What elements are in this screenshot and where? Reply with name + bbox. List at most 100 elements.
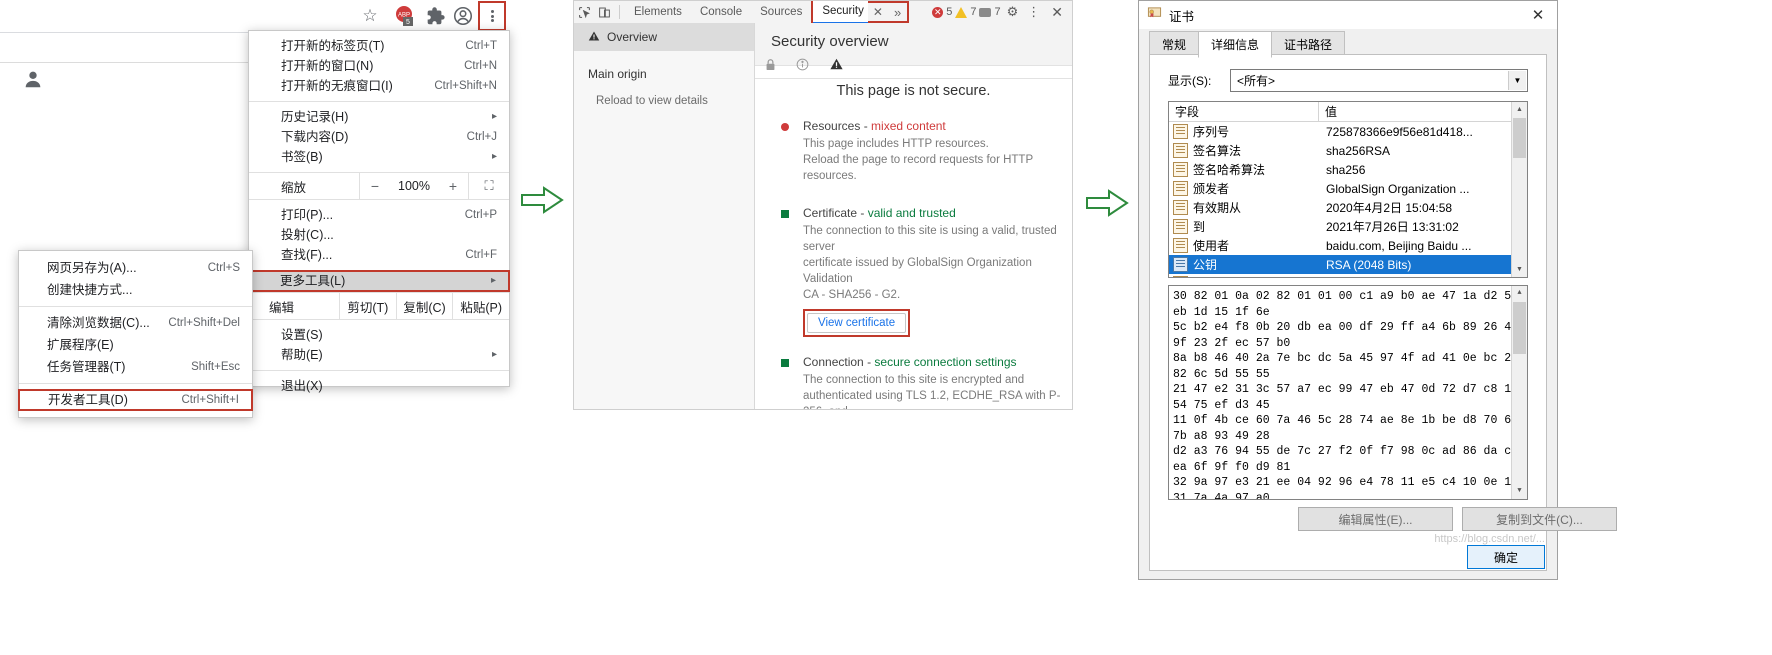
menu-item-new-tab[interactable]: 打开新的标签页(T) Ctrl+T xyxy=(249,36,509,56)
extensions-puzzle-icon[interactable] xyxy=(424,5,446,27)
menu-dot xyxy=(490,14,494,18)
hex-line: 8a b8 46 40 2a 7e bc dc 5a 45 97 4f ad 4… xyxy=(1173,352,1519,381)
zoom-out-button[interactable]: − xyxy=(360,178,390,194)
table-row[interactable]: 序列号 725878366e9f56e81d418... xyxy=(1169,122,1527,141)
submenu-item-task-manager[interactable]: 任务管理器(T) Shift+Esc xyxy=(19,356,252,378)
scroll-down-icon[interactable]: ▼ xyxy=(1512,484,1527,499)
menu-item-history[interactable]: 历史记录(H) ▸ xyxy=(249,107,509,127)
close-tab-icon[interactable]: ✕ xyxy=(868,5,888,19)
submenu-item-extensions[interactable]: 扩展程序(E) xyxy=(19,334,252,356)
scroll-up-icon[interactable]: ▲ xyxy=(1512,102,1527,117)
chrome-menu-button[interactable] xyxy=(478,1,506,31)
more-tools-submenu: 网页另存为(A)... Ctrl+S 创建快捷方式... 清除浏览数据(C)..… xyxy=(18,250,253,418)
section-title: Connection xyxy=(803,355,864,369)
settings-gear-icon[interactable]: ⚙ xyxy=(1004,4,1022,20)
error-icon: ✕ xyxy=(932,6,944,18)
tab-security[interactable]: Security xyxy=(813,0,868,24)
menu-item-label: 设置(S) xyxy=(281,328,323,342)
menu-item-settings[interactable]: 设置(S) xyxy=(249,325,509,345)
zoom-in-button[interactable]: + xyxy=(438,178,468,194)
table-row[interactable]: 公钥参数 05 00 xyxy=(1169,274,1527,277)
row-field-label: 签名哈希算法 xyxy=(1193,163,1266,177)
edit-properties-button[interactable]: 编辑属性(E)... xyxy=(1298,507,1453,531)
devtools-more-options-icon[interactable]: ⋮ xyxy=(1024,4,1043,20)
menu-item-new-incognito-window[interactable]: 打开新的无痕窗口(I) Ctrl+Shift+N xyxy=(249,76,509,96)
submenu-separator xyxy=(19,306,252,307)
menu-item-find[interactable]: 查找(F)... Ctrl+F xyxy=(249,245,509,265)
submenu-item-save-page-as[interactable]: 网页另存为(A)... Ctrl+S xyxy=(19,257,252,279)
security-sections: Resources - mixed content This page incl… xyxy=(755,119,1072,409)
table-row-selected[interactable]: 公钥 RSA (2048 Bits) xyxy=(1169,255,1527,274)
edit-cut-button[interactable]: 剪切(T) xyxy=(340,297,396,316)
scroll-up-icon[interactable]: ▲ xyxy=(1512,286,1527,301)
table-row[interactable]: 有效期从 2020年4月2日 15:04:58 xyxy=(1169,198,1527,217)
zoom-value: 100% xyxy=(398,179,430,193)
menu-item-label: 查找(F)... xyxy=(281,248,333,262)
more-tabs-icon[interactable]: » xyxy=(888,5,907,20)
edit-paste-button[interactable]: 粘贴(P) xyxy=(453,297,509,316)
view-certificate-button[interactable]: View certificate xyxy=(807,313,907,333)
menu-item-help[interactable]: 帮助(E) ▸ xyxy=(249,345,509,365)
tab-console[interactable]: Console xyxy=(691,2,751,23)
show-select[interactable]: <所有> ▼ xyxy=(1230,69,1528,92)
fullscreen-button[interactable]: ⛶ xyxy=(469,178,509,194)
section-status: secure connection settings xyxy=(874,355,1017,369)
table-row[interactable]: 签名哈希算法 sha256 xyxy=(1169,160,1527,179)
scroll-down-icon[interactable]: ▼ xyxy=(1512,262,1527,277)
scrollbar-thumb[interactable] xyxy=(1513,302,1526,354)
devtools-status-counters: ✕ 5 7 7 ⚙ ⋮ ✕ xyxy=(932,4,1072,21)
section-line: certificate issued by GlobalSign Organiz… xyxy=(803,257,1032,285)
table-row[interactable]: 使用者 baidu.com, Beijing Baidu ... xyxy=(1169,236,1527,255)
menu-item-cast[interactable]: 投射(C)... xyxy=(249,225,509,245)
field-icon xyxy=(1173,276,1188,277)
hex-scrollbar[interactable]: ▲ ▼ xyxy=(1511,286,1527,499)
menu-item-label: 退出(X) xyxy=(281,379,323,393)
row-field-cell: 序列号 xyxy=(1169,123,1319,140)
menu-dot xyxy=(490,19,494,22)
row-field-cell: 使用者 xyxy=(1169,237,1319,254)
menu-item-label: 投射(C)... xyxy=(281,228,334,242)
tab-sources[interactable]: Sources xyxy=(751,2,811,23)
table-row[interactable]: 签名算法 sha256RSA xyxy=(1169,141,1527,160)
certificate-hex-viewer[interactable]: 30 82 01 0a 02 82 01 01 00 c1 a9 b0 ae 4… xyxy=(1168,285,1528,500)
tab-details[interactable]: 详细信息 xyxy=(1198,31,1273,58)
menu-item-downloads[interactable]: 下载内容(D) Ctrl+J xyxy=(249,127,509,147)
bookmark-star-icon[interactable]: ☆ xyxy=(358,4,382,28)
table-scrollbar[interactable]: ▲ ▼ xyxy=(1511,102,1527,277)
submenu-item-create-shortcut[interactable]: 创建快捷方式... xyxy=(19,279,252,301)
menu-item-new-window[interactable]: 打开新的窗口(N) Ctrl+N xyxy=(249,56,509,76)
scrollbar-thumb[interactable] xyxy=(1513,118,1526,158)
menu-item-bookmarks[interactable]: 书签(B) ▸ xyxy=(249,147,509,167)
chrome-main-menu: 打开新的标签页(T) Ctrl+T 打开新的窗口(N) Ctrl+N 打开新的无… xyxy=(248,30,510,393)
row-field-cell: 颁发者 xyxy=(1169,180,1319,197)
devtools-close-icon[interactable]: ✕ xyxy=(1046,4,1068,21)
menu-item-more-tools[interactable]: 更多工具(L) ▸ xyxy=(248,270,510,292)
header-strip xyxy=(755,78,1072,79)
certificate-dialog: 证书 ✕ 常规 详细信息 证书路径 显示(S): <所有> ▼ 字段 值 序列号… xyxy=(1138,0,1617,580)
menu-zoom-row: 缩放 − 100% + ⛶ xyxy=(249,172,509,200)
ok-button[interactable]: 确定 xyxy=(1467,545,1545,569)
account-avatar-icon[interactable] xyxy=(452,5,474,27)
field-icon xyxy=(1173,143,1188,158)
menu-item-exit[interactable]: 退出(X) xyxy=(249,376,509,396)
field-icon xyxy=(1173,257,1188,272)
sidebar-item-overview[interactable]: Overview xyxy=(574,23,754,51)
table-row[interactable]: 颁发者 GlobalSign Organization ... xyxy=(1169,179,1527,198)
adblock-extension-icon[interactable]: ABP 5 xyxy=(394,5,416,27)
chevron-down-icon[interactable]: ▼ xyxy=(1508,71,1526,90)
submenu-item-accel: Ctrl+Shift+I xyxy=(181,394,239,406)
tab-elements[interactable]: Elements xyxy=(625,2,691,23)
submenu-item-label: 网页另存为(A)... xyxy=(47,261,137,275)
submenu-item-clear-browsing-data[interactable]: 清除浏览数据(C)... Ctrl+Shift+Del xyxy=(19,312,252,334)
device-toolbar-icon[interactable] xyxy=(594,3,614,21)
submenu-item-developer-tools[interactable]: 开发者工具(D) Ctrl+Shift+I xyxy=(18,389,253,411)
hex-line: 32 9a 97 e3 21 ee 04 92 96 e4 78 11 e5 c… xyxy=(1173,476,1519,500)
row-field-label: 公钥参数 xyxy=(1193,275,1241,277)
menu-item-print[interactable]: 打印(P)... Ctrl+P xyxy=(249,205,509,225)
inspect-element-icon[interactable] xyxy=(574,3,594,21)
edit-copy-button[interactable]: 复制(C) xyxy=(397,297,453,316)
field-icon xyxy=(1173,181,1188,196)
copy-to-file-button[interactable]: 复制到文件(C)... xyxy=(1462,507,1617,531)
close-icon[interactable]: ✕ xyxy=(1525,5,1551,25)
table-row[interactable]: 到 2021年7月26日 13:31:02 xyxy=(1169,217,1527,236)
